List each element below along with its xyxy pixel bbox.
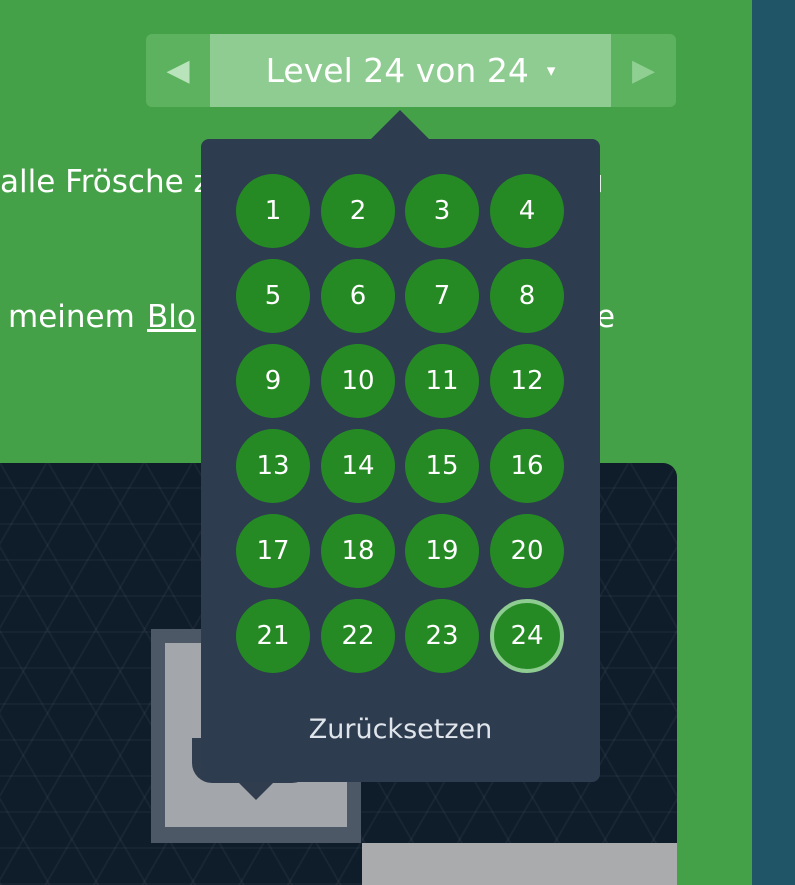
instruction-text-line1-start: alle Frösche z (0, 164, 210, 200)
level-button-16[interactable]: 16 (490, 429, 564, 503)
level-button-9[interactable]: 9 (236, 344, 310, 418)
level-grid: 1 2 3 4 5 6 7 8 9 10 11 12 13 14 15 16 17 18 19 20 21 22 23 24 (201, 139, 600, 782)
level-button-23[interactable]: 23 (405, 599, 479, 673)
level-select-popup: 1 2 3 4 5 6 7 8 9 10 11 12 13 14 15 16 17 18 19 20 21 22 23 24 … (201, 139, 600, 782)
level-button-12[interactable]: 12 (490, 344, 564, 418)
level-button-22[interactable]: 22 (321, 599, 395, 673)
level-button-19[interactable]: 19 (405, 514, 479, 588)
level-button-21[interactable]: 21 (236, 599, 310, 673)
level-button-4[interactable]: 4 (490, 174, 564, 248)
level-button-7[interactable]: 7 (405, 259, 479, 333)
board-lily-pad[interactable] (362, 843, 677, 885)
level-button-1[interactable]: 1 (236, 174, 310, 248)
level-button-8[interactable]: 8 (490, 259, 564, 333)
level-button-2[interactable]: 2 (321, 174, 395, 248)
blog-link[interactable]: Blo (147, 299, 196, 335)
triangle-left-icon: ◀ (166, 53, 190, 88)
level-button-24[interactable]: 24 (490, 599, 564, 673)
level-button-6[interactable]: 6 (321, 259, 395, 333)
next-level-button[interactable]: ▶ (611, 34, 676, 107)
level-button-18[interactable]: 18 (321, 514, 395, 588)
level-button-15[interactable]: 15 (405, 429, 479, 503)
triangle-right-icon: ▶ (631, 53, 656, 88)
chevron-down-icon: ▾ (546, 60, 556, 81)
previous-level-button[interactable]: ◀ (146, 34, 210, 107)
level-button-13[interactable]: 13 (236, 429, 310, 503)
level-button-14[interactable]: 14 (321, 429, 395, 503)
level-select-button[interactable]: Level 24 von 24 ▾ (210, 34, 611, 107)
popup-arrow (370, 110, 430, 140)
instruction-text-line2-start: meinem (8, 299, 135, 335)
level-button-20[interactable]: 20 (490, 514, 564, 588)
level-button-17[interactable]: 17 (236, 514, 310, 588)
level-navigator: ◀ Level 24 von 24 ▾ ▶ (146, 34, 676, 107)
level-button-5[interactable]: 5 (236, 259, 310, 333)
frog-pointer-icon (236, 780, 276, 800)
level-button-11[interactable]: 11 (405, 344, 479, 418)
side-panel-strip (752, 0, 795, 885)
level-button-3[interactable]: 3 (405, 174, 479, 248)
level-title: Level 24 von 24 (265, 51, 529, 90)
level-button-10[interactable]: 10 (321, 344, 395, 418)
reset-button[interactable]: Zurücksetzen (201, 714, 600, 745)
